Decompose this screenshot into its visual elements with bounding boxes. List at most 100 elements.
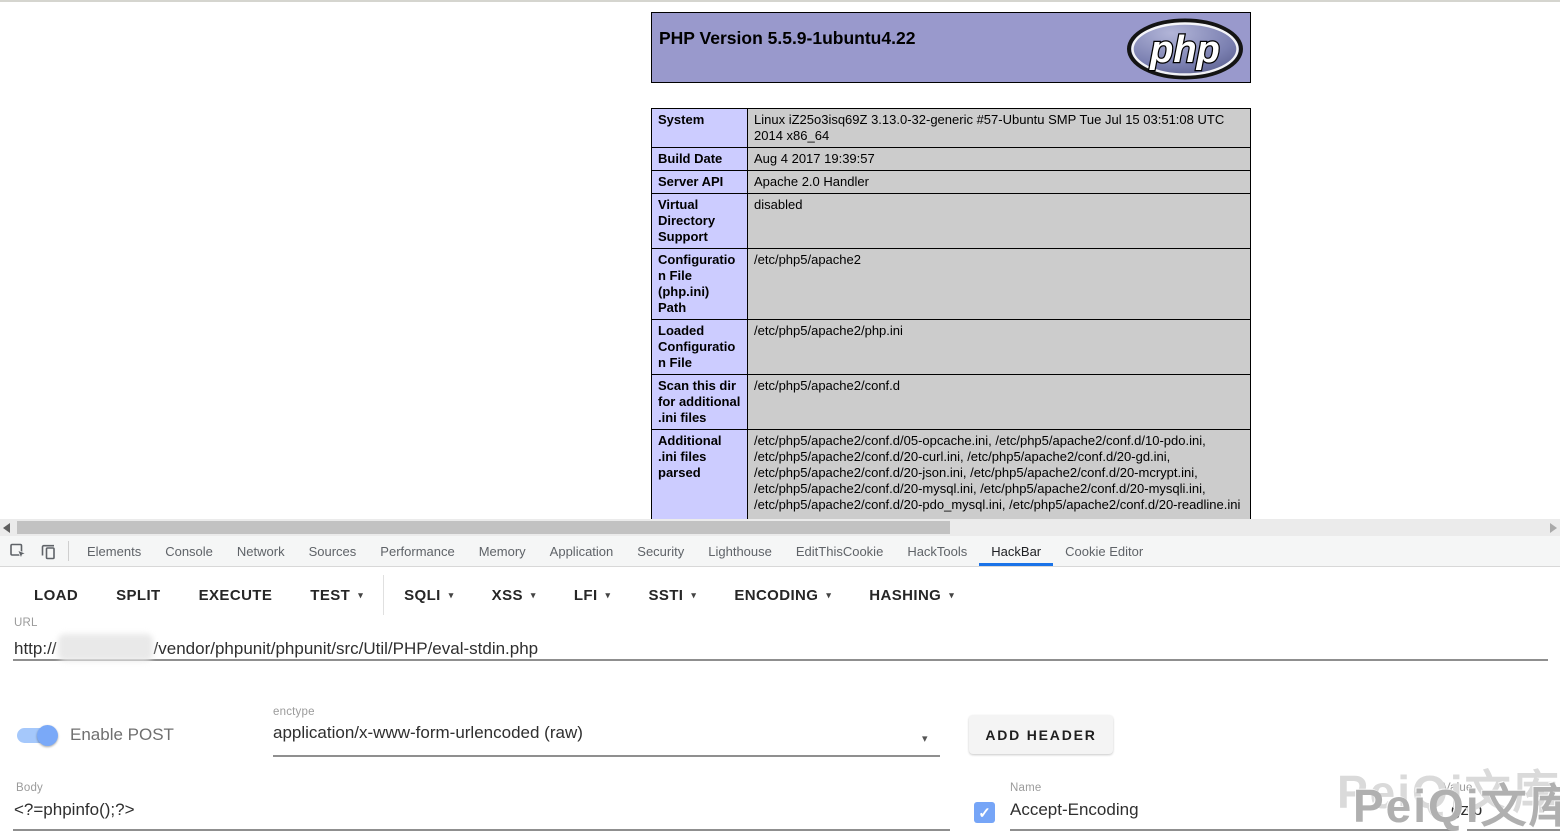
phpinfo-row: Loaded Configuration File /etc/php5/apac… [652, 320, 1251, 375]
url-field-label: URL [14, 617, 38, 629]
hackbar-menu-item-label: LOAD [34, 587, 78, 604]
scrollbar-thumb[interactable] [17, 521, 950, 534]
phpinfo-row-label: System [652, 109, 748, 148]
devtools-toolbar: Elements Console Network Sources Perform… [0, 536, 1560, 567]
phpinfo-row-label: Configuration File (php.ini) Path [652, 249, 748, 320]
redacted-host-blur [58, 634, 153, 661]
hackbar-menu-item-label: LFI [574, 587, 598, 604]
chevron-down-icon [606, 590, 611, 601]
devtools-tab[interactable]: Lighthouse [696, 536, 784, 566]
enctype-select[interactable]: application/x-www-form-urlencoded (raw) [273, 723, 583, 743]
header-value-underline [1467, 829, 1560, 831]
devtools-tab-label: Security [637, 544, 684, 559]
body-field-label: Body [16, 782, 43, 794]
svg-text:php: php [1149, 29, 1220, 71]
devtools-tab[interactable]: HackTools [895, 536, 979, 566]
phpinfo-row-label: Scan this dir for additional .ini files [652, 375, 748, 430]
hackbar-menu-item-label: ENCODING [734, 587, 818, 604]
horizontal-scrollbar[interactable] [0, 519, 1560, 536]
enable-post-toggle[interactable] [17, 728, 57, 743]
hackbar-menu-item[interactable]: LOAD [34, 587, 78, 604]
phpinfo-row-value: /etc/php5/apache2 [748, 249, 1251, 320]
phpinfo-row: Virtual Directory Support disabled [652, 194, 1251, 249]
devtools-tab[interactable]: Performance [368, 536, 466, 566]
devtools-tab-label: Network [237, 544, 285, 559]
hackbar-menu-item[interactable]: HASHING [869, 587, 954, 604]
phpinfo-row: System Linux iZ25o3isq69Z 3.13.0-32-gene… [652, 109, 1251, 148]
hackbar-menu-item[interactable]: SPLIT [116, 587, 161, 604]
devtools-tab[interactable]: Console [153, 536, 225, 566]
device-toolbar-icon[interactable] [36, 539, 60, 563]
devtools-tab[interactable]: Application [538, 536, 626, 566]
toggle-knob[interactable] [37, 725, 58, 746]
body-underline [13, 829, 950, 831]
phpinfo-table: System Linux iZ25o3isq69Z 3.13.0-32-gene… [651, 108, 1251, 549]
devtools-tab-label: Sources [309, 544, 357, 559]
devtools-tab-label: Elements [87, 544, 141, 559]
hackbar-menu-item[interactable]: LFI [574, 587, 611, 604]
hackbar-menu-item-label: HASHING [869, 587, 941, 604]
hackbar-menu-item-label: EXECUTE [199, 587, 273, 604]
hackbar-panel: LOAD SPLIT EXECUTE TEST [0, 567, 1560, 835]
chevron-down-icon [531, 590, 536, 601]
select-chevron-down-icon[interactable] [922, 732, 928, 745]
phpinfo-row-label: Loaded Configuration File [652, 320, 748, 375]
header-name-underline [1010, 829, 1453, 831]
body-input[interactable]: <?=phpinfo();?> [14, 800, 135, 820]
devtools-tab[interactable]: Cookie Editor [1053, 536, 1155, 566]
toolbar-separator [68, 541, 69, 561]
devtools-tab-label: Performance [380, 544, 454, 559]
header-name-input[interactable]: Accept-Encoding [1010, 800, 1139, 820]
devtools-tab[interactable]: Network [225, 536, 297, 566]
menu-separator [383, 575, 384, 615]
add-header-button[interactable]: ADD HEADER [969, 715, 1113, 754]
devtools-tab-label: Console [165, 544, 213, 559]
hackbar-menu-item-label: XSS [492, 587, 523, 604]
hackbar-menu-item[interactable]: SSTI [648, 587, 696, 604]
hackbar-menu: LOAD SPLIT EXECUTE TEST [34, 577, 954, 613]
hackbar-menu-item[interactable]: XSS [492, 587, 536, 604]
devtools-tab[interactable]: EditThisCookie [784, 536, 895, 566]
hackbar-menu-item[interactable]: EXECUTE [199, 587, 273, 604]
phpinfo-row-label: Build Date [652, 148, 748, 171]
scrollbar-right-arrow-icon[interactable] [1550, 523, 1557, 533]
hackbar-menu-item[interactable]: TEST [310, 587, 363, 604]
devtools-tab-label: Memory [479, 544, 526, 559]
chevron-down-icon [949, 590, 954, 601]
devtools-tab[interactable]: Sources [297, 536, 369, 566]
phpinfo-row-label: Server API [652, 171, 748, 194]
devtools-tab-label: HackBar [991, 544, 1041, 559]
phpinfo-row-label: Virtual Directory Support [652, 194, 748, 249]
hackbar-menu-item-label: SQLI [404, 587, 441, 604]
php-logo-icon: php [1125, 17, 1245, 81]
scrollbar-left-arrow-icon[interactable] [3, 523, 10, 533]
phpinfo-row: Configuration File (php.ini) Path /etc/p… [652, 249, 1251, 320]
devtools-tab-label: HackTools [907, 544, 967, 559]
phpinfo-row-value: /etc/php5/apache2/conf.d [748, 375, 1251, 430]
phpinfo-row-value: Linux iZ25o3isq69Z 3.13.0-32-generic #57… [748, 109, 1251, 148]
chevron-down-icon [358, 590, 363, 601]
header-name-label: Name [1010, 782, 1041, 794]
header-value-input[interactable]: gzip [1451, 800, 1482, 820]
phpinfo-row-value: /etc/php5/apache2/php.ini [748, 320, 1251, 375]
hackbar-menu-item[interactable]: ENCODING [734, 587, 831, 604]
header-enabled-checkbox[interactable] [974, 802, 995, 823]
devtools-tab[interactable]: Elements [75, 536, 153, 566]
enable-post-label: Enable POST [70, 725, 174, 745]
hackbar-menu-item-label: SPLIT [116, 587, 161, 604]
chevron-down-icon [691, 590, 696, 601]
devtools-tab[interactable]: Memory [467, 536, 538, 566]
devtools-tab[interactable]: Security [625, 536, 696, 566]
chevron-down-icon [449, 590, 454, 601]
phpinfo-header: PHP Version 5.5.9-1ubuntu4.22 php [651, 12, 1251, 83]
devtools-tab[interactable]: HackBar [979, 536, 1053, 566]
url-input[interactable]: http:///vendor/phpunit/phpunit/src/Util/… [14, 634, 538, 661]
devtools-tab-label: Lighthouse [708, 544, 772, 559]
header-value-label: Value [1443, 782, 1473, 794]
phpinfo-row: Server API Apache 2.0 Handler [652, 171, 1251, 194]
hackbar-menu-item-label: TEST [310, 587, 350, 604]
phpinfo-row: Build Date Aug 4 2017 19:39:57 [652, 148, 1251, 171]
hackbar-menu-item[interactable]: SQLI [404, 587, 454, 604]
hackbar-menu-item-label: SSTI [648, 587, 683, 604]
inspect-icon[interactable] [6, 539, 30, 563]
